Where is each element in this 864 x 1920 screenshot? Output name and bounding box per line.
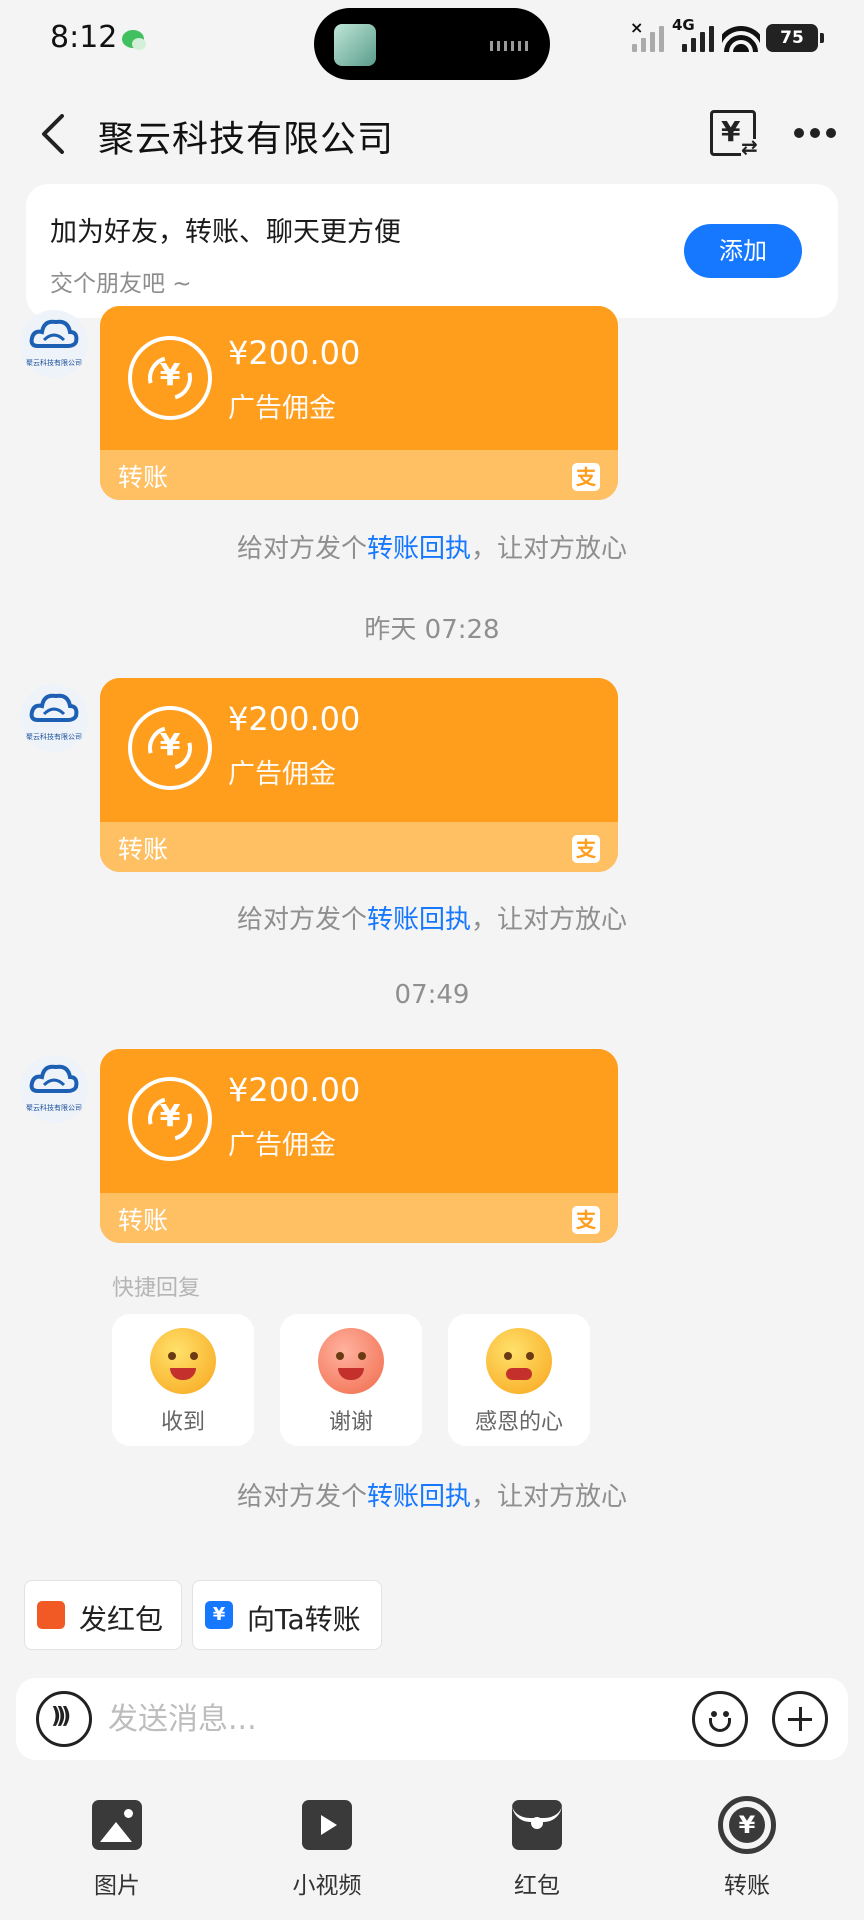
quick-reply-item[interactable]: 收到: [112, 1314, 254, 1446]
coin-icon: ¥: [128, 706, 212, 790]
avatar-caption: 聚云科技有限公司: [26, 733, 82, 741]
status-time: 8:12: [50, 20, 118, 55]
alipay-icon: 支: [572, 1206, 600, 1234]
wechat-notification-icon: [122, 30, 146, 50]
quick-reply-item[interactable]: 谢谢: [280, 1314, 422, 1446]
back-icon[interactable]: [38, 114, 72, 154]
transfer-to-button[interactable]: ¥ 向Ta转账: [192, 1580, 382, 1650]
battery-indicator: 75: [766, 24, 824, 52]
media-thumbnail: [334, 24, 376, 66]
timestamp: 昨天 07:28: [364, 615, 500, 645]
grin-emoji-icon: [318, 1328, 384, 1394]
avatar[interactable]: 聚云科技有限公司: [20, 684, 88, 752]
toolbar-transfer[interactable]: ¥ 转账: [672, 1796, 822, 1899]
signal-icon-sim2: [682, 24, 718, 52]
receipt-hint: 给对方发个转账回执，让对方放心: [236, 534, 628, 564]
company-logo-icon: [29, 693, 79, 722]
alipay-icon: 支: [572, 835, 600, 863]
smile-icon[interactable]: [692, 1691, 748, 1747]
bill-icon[interactable]: ¥: [710, 110, 761, 159]
send-red-packet-label: 发红包: [79, 1603, 164, 1636]
voice-icon[interactable]: [36, 1691, 92, 1747]
toolbar-photo-label: 图片: [94, 1873, 140, 1899]
toolbar-video[interactable]: 小视频: [252, 1796, 402, 1899]
toolbar-red-packet[interactable]: 红包: [462, 1796, 612, 1899]
video-icon: [302, 1800, 352, 1850]
transfer-icon: ¥: [718, 1796, 776, 1854]
page-title: 聚云科技有限公司: [98, 119, 395, 160]
transfer-label: 转账: [118, 835, 169, 864]
transfer-bubble[interactable]: ¥ ¥200.00 广告佣金 转账 支: [100, 1049, 618, 1243]
quick-reply-label: 谢谢: [328, 1410, 373, 1435]
photo-icon: [92, 1800, 142, 1850]
toolbar-photo[interactable]: 图片: [42, 1796, 192, 1899]
receipt-link[interactable]: 转账回执: [367, 905, 471, 935]
transfer-label: 转账: [118, 1206, 169, 1235]
add-friend-title: 加为好友，转账、聊天更方便: [50, 217, 401, 248]
receipt-link[interactable]: 转账回执: [367, 1482, 471, 1512]
receipt-hint: 给对方发个转账回执，让对方放心: [236, 905, 628, 935]
transfer-memo: 广告佣金: [228, 1130, 336, 1161]
transfer-icon: ¥: [205, 1601, 233, 1629]
quick-reply-label: 收到: [160, 1410, 205, 1435]
quick-reply-title: 快捷回复: [112, 1276, 201, 1301]
signal-icon-sim1: [632, 24, 668, 52]
transfer-bubble[interactable]: ¥ ¥200.00 广告佣金 转账 支: [100, 306, 618, 500]
avatar-caption: 聚云科技有限公司: [26, 359, 82, 367]
transfer-amount: ¥200.00: [228, 700, 361, 738]
chat-header: 聚云科技有限公司 ¥: [0, 96, 864, 172]
sleepy-emoji-icon: [150, 1328, 216, 1394]
message-input-bar: [16, 1678, 848, 1760]
alipay-icon: 支: [572, 463, 600, 491]
status-bar: 8:12 × 4G 75: [0, 0, 864, 80]
red-packet-icon: [512, 1800, 562, 1850]
more-icon[interactable]: [794, 128, 836, 138]
transfer-to-label: 向Ta转账: [247, 1603, 361, 1636]
add-friend-card: 加为好友，转账、聊天更方便 交个朋友吧 ~ 添加: [26, 184, 838, 318]
transfer-bubble[interactable]: ¥ ¥200.00 广告佣金 转账 支: [100, 678, 618, 872]
message-input[interactable]: [108, 1696, 588, 1742]
company-logo-icon: [29, 1064, 79, 1093]
toolbar-transfer-label: 转账: [724, 1873, 770, 1899]
coin-icon: ¥: [128, 336, 212, 420]
audio-wave-icon: [490, 41, 528, 51]
red-packet-icon: [37, 1601, 65, 1629]
receipt-hint: 给对方发个转账回执，让对方放心: [236, 1482, 628, 1512]
send-red-packet-button[interactable]: 发红包: [24, 1580, 182, 1650]
plus-icon[interactable]: [772, 1691, 828, 1747]
avatar-caption: 聚云科技有限公司: [26, 1104, 82, 1112]
coin-icon: ¥: [128, 1077, 212, 1161]
quick-reply-item[interactable]: 感恩的心: [448, 1314, 590, 1446]
transfer-amount: ¥200.00: [228, 334, 361, 372]
avatar[interactable]: 聚云科技有限公司: [20, 310, 88, 378]
toolbar-video-label: 小视频: [292, 1873, 362, 1899]
receipt-link[interactable]: 转账回执: [367, 534, 471, 564]
transfer-memo: 广告佣金: [228, 759, 336, 790]
avatar[interactable]: 聚云科技有限公司: [20, 1055, 88, 1123]
transfer-label: 转账: [118, 463, 169, 492]
add-friend-button[interactable]: 添加: [684, 224, 802, 278]
transfer-memo: 广告佣金: [228, 393, 336, 424]
heart-emoji-icon: [486, 1328, 552, 1394]
toolbar-red-packet-label: 红包: [514, 1873, 560, 1899]
add-friend-subtitle: 交个朋友吧 ~: [50, 271, 192, 297]
quick-reply-label: 感恩的心: [474, 1410, 563, 1435]
timestamp: 07:49: [394, 980, 470, 1010]
dynamic-island: [314, 8, 550, 80]
transfer-amount: ¥200.00: [228, 1071, 361, 1109]
company-logo-icon: [29, 319, 79, 348]
wifi-icon: [722, 22, 760, 52]
